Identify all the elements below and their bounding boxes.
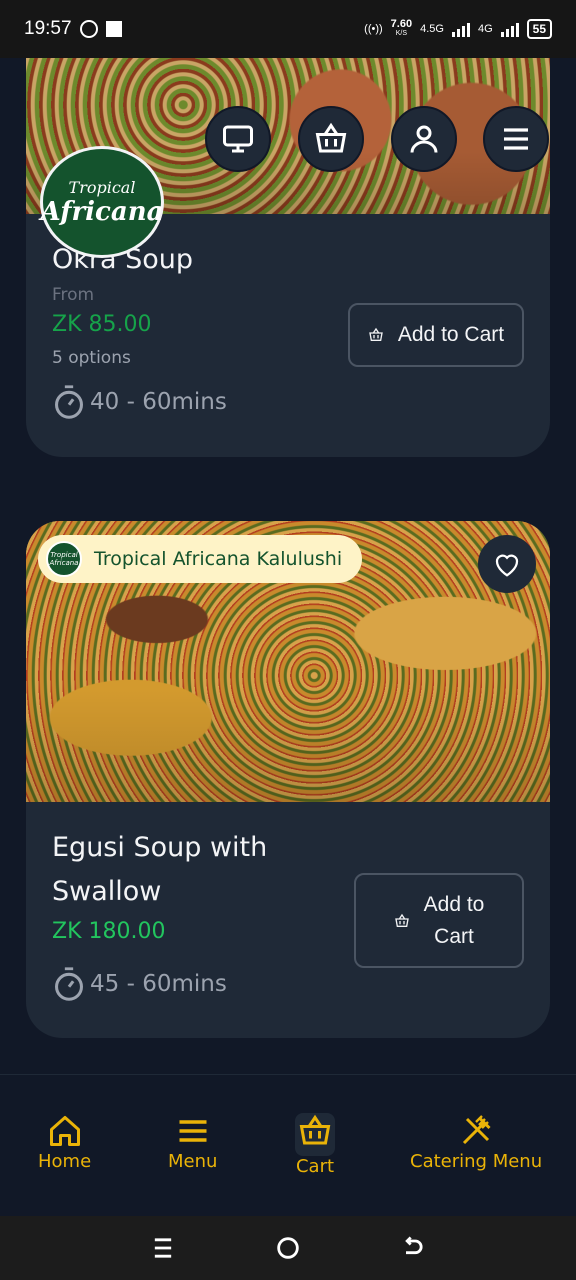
product-price: ZK 180.00: [52, 919, 166, 944]
tab-label: Home: [38, 1151, 92, 1172]
utensils-icon: [462, 1115, 491, 1145]
tab-home[interactable]: Home: [38, 1113, 91, 1172]
whatsapp-icon: [79, 20, 98, 38]
prep-time: 45 - 60mins: [52, 966, 227, 1002]
system-navigation-bar: [0, 1216, 576, 1280]
notification-icon: [105, 21, 122, 37]
tab-label: Catering Menu: [410, 1151, 543, 1172]
monitor-button[interactable]: [205, 106, 271, 172]
signal-icon-2: [500, 21, 519, 37]
timer-icon: [55, 967, 83, 1001]
user-icon: [410, 125, 438, 153]
home-circle-icon[interactable]: [274, 1234, 302, 1262]
menu-button[interactable]: [483, 106, 549, 172]
status-time: 19:57: [24, 18, 72, 39]
add-to-cart-button[interactable]: Add to Cart: [354, 873, 524, 968]
heart-icon: [495, 554, 519, 577]
options-count: 5 options: [52, 348, 131, 368]
product-price: ZK 85.00: [52, 312, 152, 337]
back-icon[interactable]: [399, 1234, 427, 1262]
product-card-egusi[interactable]: Tropical Africana Tropical Africana Kalu…: [26, 521, 550, 1038]
profile-button[interactable]: [391, 106, 457, 172]
cart-button[interactable]: [298, 106, 364, 172]
basket-icon: [369, 327, 383, 341]
restaurant-name: Tropical Africana Kalulushi: [94, 548, 343, 570]
tab-catering-menu[interactable]: Catering Menu: [410, 1113, 542, 1172]
product-title-line1[interactable]: Egusi Soup with: [52, 826, 267, 870]
tab-label: Cart: [295, 1156, 335, 1177]
from-label: From: [52, 285, 95, 305]
bottom-navigation: Home Menu Cart Catering Menu: [0, 1074, 576, 1216]
restaurant-badge: Tropical Africana Tropical Africana Kalu…: [38, 535, 363, 583]
hotspot-icon: ((•)): [364, 23, 383, 35]
menu-icon: [179, 1120, 207, 1142]
status-bar: 19:57 ((•)) 7.60 K/S 4.5G 4G 55: [0, 0, 576, 58]
basket-icon: [299, 1114, 331, 1145]
basket-icon: [394, 913, 409, 927]
add-to-cart-button[interactable]: Add to Cart: [348, 303, 524, 367]
network-type-2: 4G: [477, 23, 493, 35]
brand-logo[interactable]: Tropical Africana: [40, 146, 164, 258]
tab-menu[interactable]: Menu: [168, 1113, 217, 1172]
network-speed: 7.60 K/S: [390, 18, 413, 38]
favorite-button[interactable]: [478, 535, 536, 593]
recent-apps-icon[interactable]: [149, 1234, 177, 1262]
prep-time: 40 - 60mins: [52, 384, 227, 420]
signal-icon: [451, 21, 470, 37]
basket-icon: [315, 122, 347, 153]
battery-indicator: 55: [526, 19, 552, 39]
product-title-line2[interactable]: Swallow: [52, 870, 161, 914]
monitor-icon: [223, 125, 253, 153]
product-list[interactable]: Okra Soup From ZK 85.00 5 options 40 - 6…: [0, 58, 576, 1074]
home-icon: [49, 1116, 80, 1146]
network-type-1: 4.5G: [420, 23, 444, 35]
menu-icon: [504, 128, 528, 150]
timer-icon: [55, 385, 83, 419]
tab-cart[interactable]: Cart: [295, 1113, 335, 1177]
tab-label: Menu: [168, 1151, 218, 1172]
basket-icon-wrap: [295, 1113, 335, 1156]
restaurant-logo-icon: Tropical Africana: [46, 541, 82, 577]
